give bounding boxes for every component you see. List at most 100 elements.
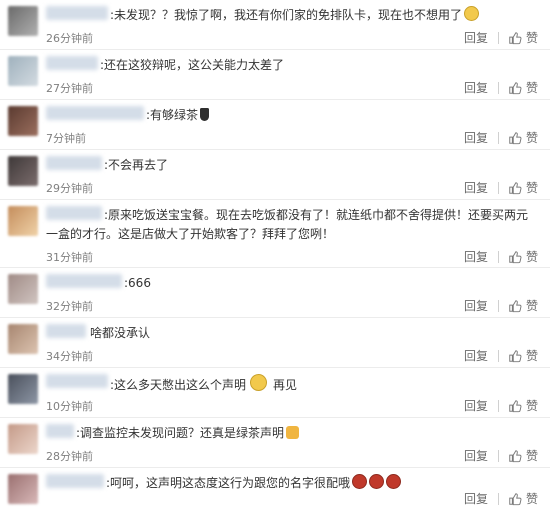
like-button[interactable]: 赞 [508,397,538,414]
reply-button[interactable]: 回复 [464,29,488,46]
comment-text: :呵呵，这声明这态度这行为跟您的名字很配哦 [46,474,536,493]
comment-item: :调查监控未发现问题？还真是绿茶声明 28分钟前 回复 赞 [0,418,550,468]
timestamp: 7分钟前 [46,132,86,145]
comment-item: 啥都没承认 34分钟前 回复 赞 [0,318,550,368]
avatar[interactable] [8,274,38,304]
comment-actions: 回复 赞 [464,490,538,507]
like-button[interactable]: 赞 [508,79,538,96]
thumbs-up-icon [509,250,522,263]
like-button[interactable]: 赞 [508,347,538,364]
avatar[interactable] [8,156,38,186]
divider [497,399,499,412]
comment-item: :还在这狡辩呢，这公关能力太差了 27分钟前 回复 赞 [0,50,550,100]
hot-pot-icon [352,474,368,489]
avatar[interactable] [8,6,38,36]
avatar[interactable] [8,424,38,454]
timestamp: 10分钟前 [46,400,93,413]
divider [497,81,499,94]
comment-actions: 回复 赞 [464,447,538,464]
like-label: 赞 [525,131,538,145]
hot-pot-icon [386,474,402,489]
timestamp: 27分钟前 [46,82,93,95]
reply-button[interactable]: 回复 [464,490,488,507]
timestamp: 29分钟前 [46,182,93,195]
comment-actions: 回复 赞 [464,347,538,364]
reply-button[interactable]: 回复 [464,347,488,364]
like-button[interactable]: 赞 [508,447,538,464]
comment-item: :666 32分钟前 回复 赞 [0,268,550,318]
avatar[interactable] [8,56,38,86]
avatar[interactable] [8,206,38,236]
comment-list: :未发现？？我惊了啊，我还有你们家的免排队卡，现在也不想用了 26分钟前 回复 … [0,0,550,506]
comment-text: :还在这狡辩呢，这公关能力太差了 [100,58,285,72]
comment-text: :666 [124,276,151,290]
comment-actions: 回复 赞 [464,179,538,196]
like-label: 赞 [525,492,538,506]
like-button[interactable]: 赞 [508,29,538,46]
comment-item: :呵呵，这声明这态度这行为跟您的名字很配哦 回复 赞 [0,468,550,506]
like-label: 赞 [525,181,538,195]
like-button[interactable]: 赞 [508,297,538,314]
comment-actions: 回复 赞 [464,297,538,314]
divider [497,299,499,312]
tea-icon [200,108,210,121]
divider [497,181,499,194]
reply-button[interactable]: 回复 [464,129,488,146]
comment-text: :这么多天憋出这么个声明 再见 [46,374,536,395]
comment-actions: 回复 赞 [464,129,538,146]
like-label: 赞 [525,299,538,313]
reply-button[interactable]: 回复 [464,397,488,414]
divider [497,349,499,362]
comment-text: :不会再去了 [104,158,169,172]
divider [497,449,499,462]
avatar[interactable] [8,324,38,354]
timestamp: 31分钟前 [46,251,93,264]
reply-button[interactable]: 回复 [464,179,488,196]
thumbs-up-icon [509,181,522,194]
comment-item: :这么多天憋出这么个声明 再见 10分钟前 回复 赞 [0,368,550,418]
avatar[interactable] [8,474,38,504]
sad-face-icon [464,6,480,21]
reply-button[interactable]: 回复 [464,297,488,314]
comment-actions: 回复 赞 [464,397,538,414]
comment-item: :未发现？？我惊了啊，我还有你们家的免排队卡，现在也不想用了 26分钟前 回复 … [0,0,550,50]
thumbs-up-icon [509,492,522,505]
thumbs-up-icon [509,81,522,94]
like-button[interactable]: 赞 [508,490,538,507]
timestamp: 32分钟前 [46,300,93,313]
like-button[interactable]: 赞 [508,248,538,265]
divider [497,250,499,263]
divider [497,492,499,505]
like-label: 赞 [525,250,538,264]
hot-pot-icon [369,474,385,489]
divider [497,31,499,44]
reply-button[interactable]: 回复 [464,447,488,464]
thumbs-up-icon [509,449,522,462]
comment-text: 啥都没承认 [90,326,151,340]
comment-actions: 回复 赞 [464,29,538,46]
thumbs-up-icon [509,349,522,362]
like-label: 赞 [525,81,538,95]
avatar[interactable] [8,106,38,136]
divider [497,131,499,144]
thumbs-up-icon [509,31,522,44]
like-label: 赞 [525,349,538,363]
like-label: 赞 [525,449,538,463]
reply-button[interactable]: 回复 [464,79,488,96]
comment-text: :调查监控未发现问题？还真是绿茶声明 [46,424,536,443]
comment-actions: 回复 赞 [464,79,538,96]
thumbs-up-icon [509,399,522,412]
thumbs-up-icon [509,131,522,144]
comment-text: :原来吃饭送宝宝餐。现在去吃饭都没有了！就连纸巾都不舍得提供！还要买两元一盒的才… [46,208,529,241]
like-button[interactable]: 赞 [508,129,538,146]
thumbs-up-icon [509,299,522,312]
avatar[interactable] [8,374,38,404]
reply-button[interactable]: 回复 [464,248,488,265]
timestamp: 28分钟前 [46,450,93,463]
timestamp: 26分钟前 [46,32,93,45]
like-button[interactable]: 赞 [508,179,538,196]
smile-icon [250,374,268,391]
like-label: 赞 [525,31,538,45]
comment-text: :有够绿茶 [46,106,536,125]
comment-item: :不会再去了 29分钟前 回复 赞 [0,150,550,200]
